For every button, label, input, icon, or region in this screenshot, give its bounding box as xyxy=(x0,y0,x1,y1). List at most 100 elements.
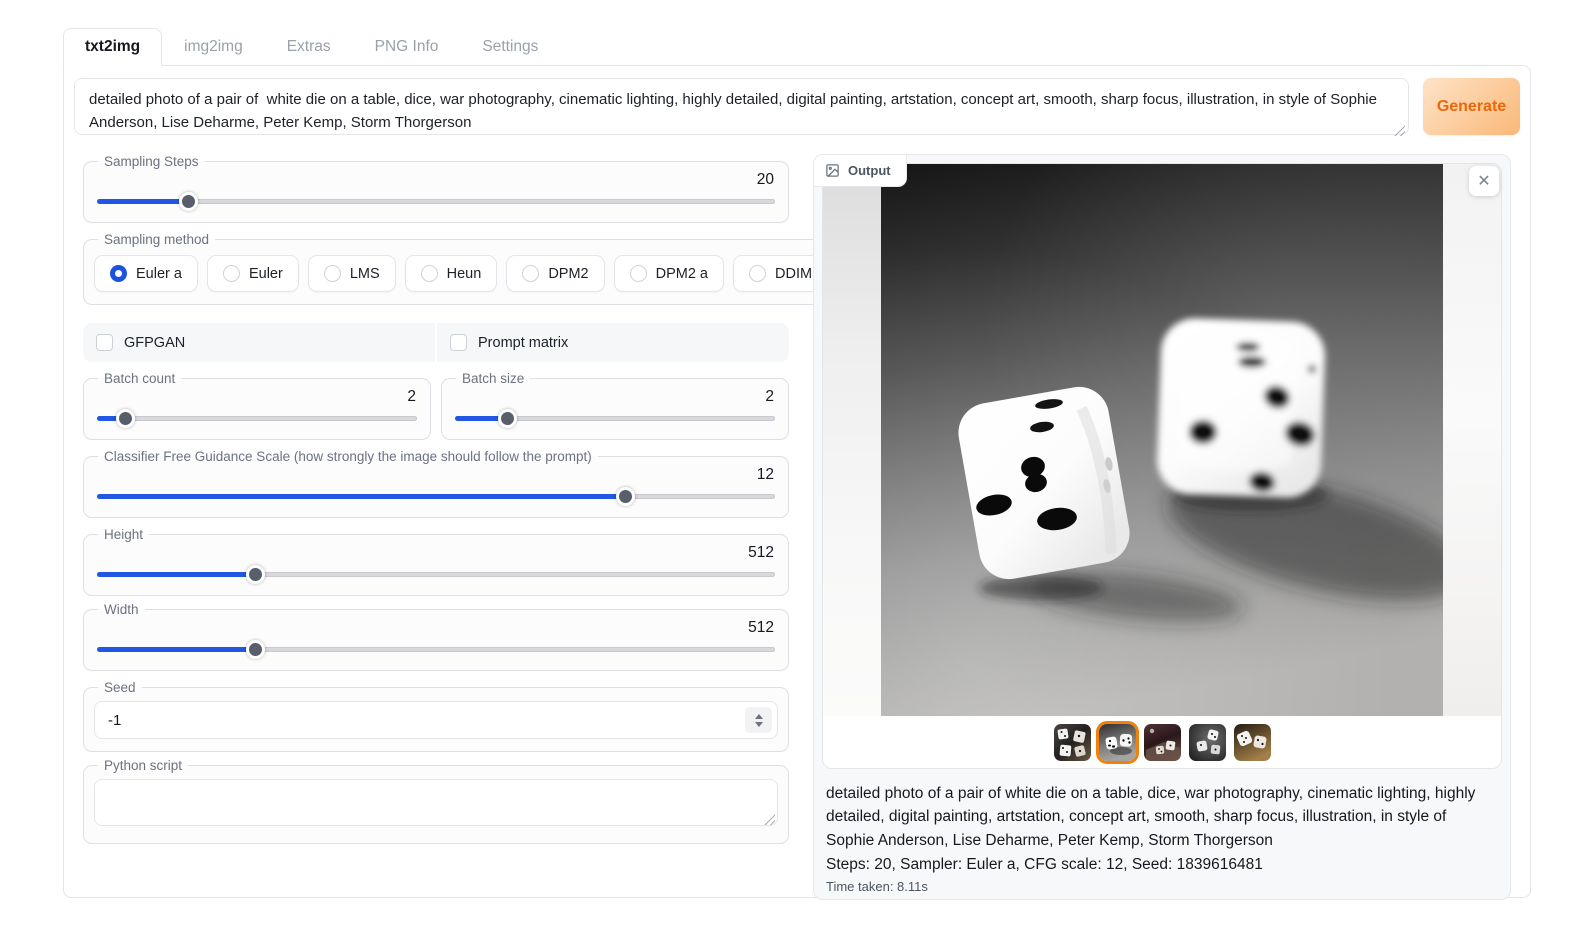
python-script-input[interactable] xyxy=(94,779,778,826)
image-icon xyxy=(825,163,840,178)
radio-icon[interactable] xyxy=(110,265,127,282)
seed-label: Seed xyxy=(98,680,142,695)
radio-label: DDIM xyxy=(775,266,812,282)
output-label: Output xyxy=(848,163,891,178)
radio-icon[interactable] xyxy=(223,265,240,282)
tab-txt2img[interactable]: txt2img xyxy=(63,28,162,66)
batch-size-label: Batch size xyxy=(456,371,530,386)
radio-label: LMS xyxy=(350,266,380,282)
stepper-down-icon[interactable] xyxy=(755,722,763,727)
gallery-backdrop-left xyxy=(823,164,881,716)
slider-thumb[interactable] xyxy=(498,409,517,428)
radio-icon[interactable] xyxy=(421,265,438,282)
batch-size-slider[interactable] xyxy=(455,409,775,427)
batch-count-label: Batch count xyxy=(98,371,181,386)
tab-extras[interactable]: Extras xyxy=(265,28,353,66)
batch-count-group: Batch count 2 xyxy=(83,371,431,440)
slider-thumb[interactable] xyxy=(246,640,265,659)
seed-stepper[interactable] xyxy=(745,707,772,733)
txt2img-panel: detailed photo of a pair of white die on… xyxy=(63,65,1531,898)
seed-input[interactable] xyxy=(108,712,733,729)
prompt-input[interactable]: detailed photo of a pair of white die on… xyxy=(74,78,1409,135)
stepper-up-icon[interactable] xyxy=(755,714,763,719)
output-chip: Output xyxy=(814,155,907,187)
checkbox-icon[interactable] xyxy=(450,334,467,351)
gallery-thumbnail-3[interactable] xyxy=(1144,724,1181,761)
dice-photo xyxy=(881,164,1443,716)
stable-diffusion-webui: txt2img img2img Extras PNG Info Settings… xyxy=(0,0,1594,898)
radio-lms[interactable]: LMS xyxy=(308,255,396,292)
gallery-thumbnail-5[interactable] xyxy=(1234,724,1271,761)
prompt-matrix-checkbox[interactable]: Prompt matrix xyxy=(437,323,789,362)
generated-image[interactable] xyxy=(823,164,1501,716)
seed-group: Seed xyxy=(83,680,789,752)
tab-img2img[interactable]: img2img xyxy=(162,28,265,66)
height-slider[interactable] xyxy=(97,565,775,583)
output-panel: Output ✕ xyxy=(813,154,1511,900)
sampling-steps-group: Sampling Steps 20 xyxy=(83,154,789,223)
radio-icon[interactable] xyxy=(522,265,539,282)
width-slider[interactable] xyxy=(97,640,775,658)
tab-bar: txt2img img2img Extras PNG Info Settings xyxy=(63,28,1531,66)
sampling-steps-slider[interactable] xyxy=(97,192,775,210)
radio-label: DPM2 a xyxy=(656,266,708,282)
tab-png-info[interactable]: PNG Info xyxy=(353,28,461,66)
gallery-backdrop-right xyxy=(1443,164,1501,716)
sampling-method-options: Euler a Euler LMS Heun DPM2 DPM2 a DDIM … xyxy=(94,255,935,292)
radio-icon[interactable] xyxy=(749,265,766,282)
prompt-row: detailed photo of a pair of white die on… xyxy=(73,78,1521,140)
cfg-scale-slider[interactable] xyxy=(97,487,775,505)
batch-size-value: 2 xyxy=(452,388,774,406)
settings-column: Sampling Steps 20 Sampling method Euler … xyxy=(83,154,789,900)
gallery-thumbnails xyxy=(823,716,1501,768)
width-value: 512 xyxy=(94,619,774,637)
close-output-button[interactable]: ✕ xyxy=(1469,166,1499,196)
batch-count-slider[interactable] xyxy=(97,409,417,427)
cfg-scale-group: Classifier Free Guidance Scale (how stro… xyxy=(83,449,789,518)
gallery-thumbnail-4[interactable] xyxy=(1189,724,1226,761)
generate-button[interactable]: Generate xyxy=(1423,78,1520,135)
result-prompt-text: detailed photo of a pair of white die on… xyxy=(826,782,1498,852)
python-script-label: Python script xyxy=(98,758,188,773)
slider-thumb[interactable] xyxy=(179,192,198,211)
width-group: Width 512 xyxy=(83,602,789,671)
time-taken: Time taken: 8.11s xyxy=(826,879,1498,894)
sampling-steps-label: Sampling Steps xyxy=(98,154,205,169)
prompt-matrix-label: Prompt matrix xyxy=(478,335,568,351)
output-gallery xyxy=(822,163,1502,769)
radio-heun[interactable]: Heun xyxy=(405,255,498,292)
radio-label: Euler a xyxy=(136,266,182,282)
cfg-scale-label: Classifier Free Guidance Scale (how stro… xyxy=(98,449,598,464)
gfpgan-checkbox[interactable]: GFPGAN xyxy=(83,323,435,362)
radio-label: Heun xyxy=(447,266,482,282)
slider-thumb[interactable] xyxy=(246,565,265,584)
radio-label: DPM2 xyxy=(548,266,588,282)
radio-euler-a[interactable]: Euler a xyxy=(94,255,198,292)
radio-euler[interactable]: Euler xyxy=(207,255,299,292)
height-label: Height xyxy=(98,527,149,542)
python-script-group: Python script xyxy=(83,758,789,844)
checkbox-icon[interactable] xyxy=(96,334,113,351)
result-info: detailed photo of a pair of white die on… xyxy=(822,769,1502,894)
radio-label: Euler xyxy=(249,266,283,282)
radio-dpm2-a[interactable]: DPM2 a xyxy=(614,255,724,292)
gallery-thumbnail-1[interactable] xyxy=(1054,724,1091,761)
batch-size-group: Batch size 2 xyxy=(441,371,789,440)
batch-count-value: 2 xyxy=(94,388,416,406)
radio-icon[interactable] xyxy=(324,265,341,282)
gfpgan-label: GFPGAN xyxy=(124,335,185,351)
sampling-steps-value: 20 xyxy=(94,171,774,189)
radio-icon[interactable] xyxy=(630,265,647,282)
sampling-method-label: Sampling method xyxy=(98,232,215,247)
gallery-thumbnail-2-selected[interactable] xyxy=(1099,724,1136,761)
slider-thumb[interactable] xyxy=(116,409,135,428)
options-row: GFPGAN Prompt matrix xyxy=(83,323,789,362)
radio-dpm2[interactable]: DPM2 xyxy=(506,255,604,292)
cfg-scale-value: 12 xyxy=(94,466,774,484)
width-label: Width xyxy=(98,602,145,617)
slider-thumb[interactable] xyxy=(616,487,635,506)
height-group: Height 512 xyxy=(83,527,789,596)
result-parameters: Steps: 20, Sampler: Euler a, CFG scale: … xyxy=(826,853,1498,876)
height-value: 512 xyxy=(94,544,774,562)
tab-settings[interactable]: Settings xyxy=(460,28,560,66)
